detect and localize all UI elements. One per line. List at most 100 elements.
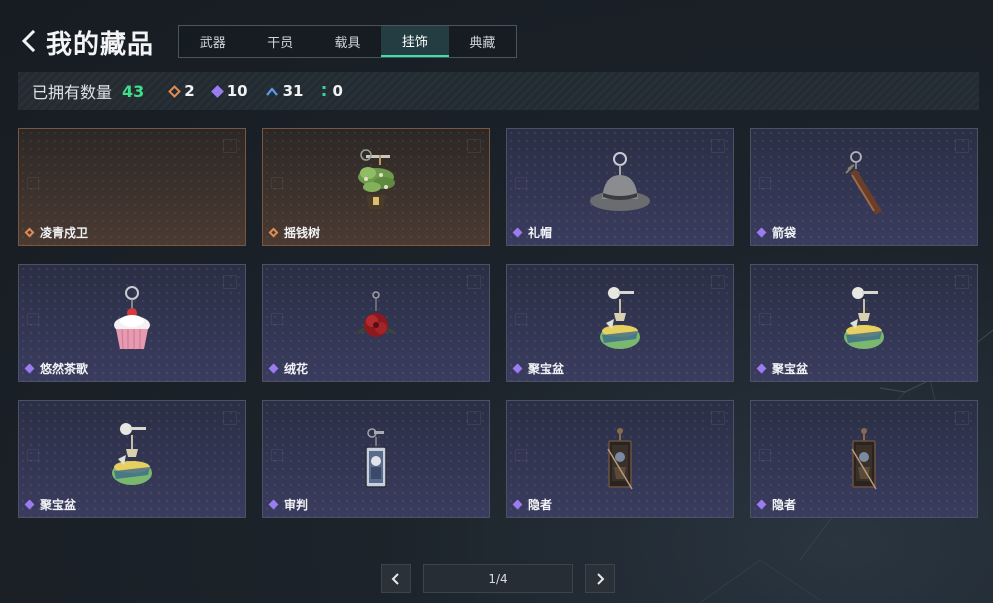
treasure-bowl-charm-icon — [600, 287, 640, 349]
purple-rarity-icon — [24, 499, 35, 510]
card-corner-decoration — [467, 275, 481, 289]
charm-name: 聚宝盆 — [528, 362, 565, 376]
charm-name: 聚宝盆 — [40, 498, 77, 512]
rarity-count-blue: 31 — [265, 82, 304, 100]
card-footer: 隐者 — [756, 496, 797, 513]
card-footer: 凌青戍卫 — [24, 224, 89, 241]
pagination: 1/4 — [381, 564, 615, 593]
charm-name: 隐者 — [528, 498, 553, 512]
card-footer: 悠然茶歌 — [24, 360, 89, 377]
card-corner-decoration — [515, 177, 527, 189]
tab-weapons[interactable]: 武器 — [179, 26, 246, 57]
tab-operators[interactable]: 干员 — [246, 26, 313, 57]
charm-name: 箭袋 — [772, 226, 797, 240]
charm-card[interactable]: 摇钱树 — [262, 128, 490, 246]
card-corner-decoration — [515, 313, 527, 325]
card-corner-decoration — [271, 449, 283, 461]
treasure-bowl-charm-icon — [112, 423, 152, 485]
card-corner-decoration — [759, 177, 771, 189]
next-page-button[interactable] — [585, 564, 615, 593]
charm-card[interactable]: 审判 — [262, 400, 490, 518]
charm-card[interactable]: 聚宝盆 — [750, 264, 978, 382]
card-footer: 隐者 — [512, 496, 553, 513]
card-corner-decoration — [27, 313, 39, 325]
tab-charms[interactable]: 挂饰 — [381, 26, 449, 57]
charm-name: 礼帽 — [528, 226, 553, 240]
card-corner-decoration — [955, 139, 969, 153]
charm-grid: 凌青戍卫 摇钱树 礼帽 箭袋 悠然茶歌 绒花 聚宝盆 聚宝盆 聚宝盆 审判 隐者… — [18, 128, 979, 518]
green-rarity-icon — [322, 86, 326, 96]
owned-count-total: 43 — [122, 81, 145, 101]
charm-card[interactable]: 隐者 — [750, 400, 978, 518]
card-footer: 摇钱树 — [268, 224, 321, 241]
card-corner-decoration — [515, 449, 527, 461]
page-title: 我的藏品 — [46, 30, 155, 60]
purple-rarity-icon — [756, 363, 767, 374]
card-footer: 审判 — [268, 496, 309, 513]
charm-name: 隐者 — [772, 498, 797, 512]
charm-card[interactable]: 绒花 — [262, 264, 490, 382]
prev-page-button[interactable] — [381, 564, 411, 593]
chevron-left-icon — [21, 29, 36, 53]
cupcake-charm-icon — [114, 286, 150, 350]
card-corner-decoration — [27, 177, 39, 189]
category-tabs: 武器 干员 载具 挂饰 典藏 — [178, 25, 517, 58]
card-corner-decoration — [759, 313, 771, 325]
purple-rarity-icon — [512, 363, 523, 374]
charm-name: 聚宝盆 — [772, 362, 809, 376]
tab-vehicles[interactable]: 载具 — [314, 26, 381, 57]
card-footer: 聚宝盆 — [24, 496, 77, 513]
charm-card[interactable]: 聚宝盆 — [18, 400, 246, 518]
orange-rarity-icon — [268, 227, 279, 238]
card-corner-decoration — [711, 411, 725, 425]
charm-card[interactable]: 礼帽 — [506, 128, 734, 246]
quiver-charm-icon — [845, 151, 882, 215]
rarity-count-orange: 2 — [168, 82, 195, 100]
rarity-count-purple: 10 — [210, 82, 248, 100]
blue-rarity-icon — [265, 87, 278, 96]
tab-collection[interactable]: 典藏 — [449, 26, 516, 57]
charm-card[interactable]: 凌青戍卫 — [18, 128, 246, 246]
card-corner-decoration — [27, 449, 39, 461]
owned-count-label: 已拥有数量 — [32, 83, 113, 102]
purple-rarity-icon — [24, 363, 35, 374]
purple-rarity-icon — [268, 363, 279, 374]
rarity-count-value: 31 — [282, 82, 304, 100]
chevron-right-icon — [597, 572, 605, 585]
chevron-left-icon — [391, 572, 399, 585]
owned-count-bar: 已拥有数量 43 2 10 31 0 — [18, 72, 979, 110]
card-corner-decoration — [955, 411, 969, 425]
hermit-card-charm-icon — [851, 428, 877, 490]
charm-name: 摇钱树 — [284, 226, 321, 240]
charm-name: 审判 — [284, 498, 309, 512]
card-corner-decoration — [271, 177, 283, 189]
purple-rarity-icon — [512, 227, 523, 238]
velvet-flower-charm-icon — [357, 291, 395, 337]
card-corner-decoration — [223, 139, 237, 153]
card-footer: 礼帽 — [512, 224, 553, 241]
charm-card[interactable]: 悠然茶歌 — [18, 264, 246, 382]
treasure-bowl-charm-icon — [844, 287, 884, 349]
fedora-hat-charm-icon — [590, 152, 650, 211]
card-corner-decoration — [711, 139, 725, 153]
charm-card[interactable]: 聚宝盆 — [506, 264, 734, 382]
purple-rarity-icon — [756, 499, 767, 510]
card-corner-decoration — [223, 411, 237, 425]
charm-card[interactable]: 隐者 — [506, 400, 734, 518]
charm-name: 绒花 — [284, 362, 309, 376]
charm-card[interactable]: 箭袋 — [750, 128, 978, 246]
back-button[interactable] — [18, 28, 40, 54]
rarity-count-value: 2 — [184, 82, 195, 100]
card-corner-decoration — [467, 139, 481, 153]
purple-rarity-icon — [268, 499, 279, 510]
orange-rarity-icon — [24, 227, 35, 238]
page-indicator: 1/4 — [423, 564, 573, 593]
judgement-card-charm-icon — [365, 428, 387, 488]
charm-name: 凌青戍卫 — [40, 226, 89, 240]
card-footer: 聚宝盆 — [512, 360, 565, 377]
hermit-card-charm-icon — [607, 428, 633, 490]
money-tree-charm-icon — [358, 149, 395, 209]
rarity-count-green: 0 — [321, 82, 343, 100]
card-corner-decoration — [271, 313, 283, 325]
charm-name: 悠然茶歌 — [40, 362, 89, 376]
